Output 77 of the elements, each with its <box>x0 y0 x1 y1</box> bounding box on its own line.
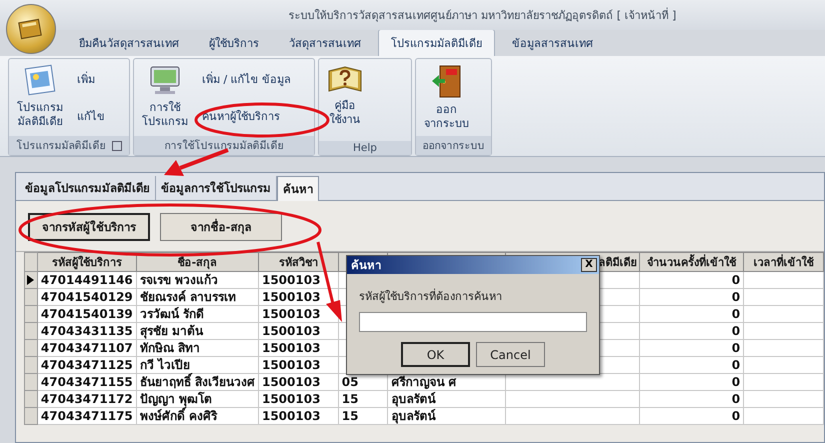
search-mode-button[interactable]: จากรหัสผู้ใช้บริการ <box>28 213 150 241</box>
table-cell: 15 <box>338 390 388 408</box>
ribbon-tab[interactable]: โปรแกรมมัลติมีเดีย <box>378 29 495 56</box>
dialog-button[interactable]: OK <box>401 342 470 367</box>
table-cell: 1500103 <box>258 408 338 424</box>
table-cell: 47041540129 <box>37 288 136 306</box>
panel-tab[interactable]: ค้นหา <box>277 176 319 201</box>
table-cell: ชัยณรงค์ ลาบรรเท <box>136 288 258 306</box>
table-cell: พงษ์ศักดิ์ คงศิริ <box>136 408 258 424</box>
group-label: การใช้โปรแกรมมัลติมีเดีย <box>164 138 284 154</box>
table-cell: 0 <box>640 272 744 288</box>
ribbon-tab[interactable]: ผู้ใช้บริการ <box>196 29 272 56</box>
table-cell: 1500103 <box>258 322 338 340</box>
ribbon-small-button[interactable]: ค้นหาผู้ใช้บริการ <box>198 104 296 127</box>
dialog-title: ค้นหา <box>351 257 381 274</box>
group-label: โปรแกรมมัลติมีเดีย <box>16 138 106 154</box>
table-cell: กวี ไวเปีย <box>136 356 258 374</box>
ribbon-button[interactable]: ออก จากระบบ <box>420 61 473 134</box>
ribbon-tab[interactable]: ข้อมูลสารสนเทศ <box>499 29 606 56</box>
table-cell: 47043471155 <box>37 374 136 390</box>
table-cell: รจเรข พวงแก้ว <box>136 272 258 288</box>
table-cell: 47041540139 <box>37 306 136 322</box>
column-header[interactable]: รหัสผู้ใช้บริการ <box>37 252 136 272</box>
row-selector[interactable] <box>24 272 38 288</box>
close-button[interactable]: X <box>581 258 597 272</box>
table-cell: 1500103 <box>258 356 338 374</box>
table-cell: 1500103 <box>258 374 338 390</box>
exit-door-icon <box>430 63 464 99</box>
field-label: รหัสผู้ใช้บริการที่ต้องการค้นหา <box>359 288 503 305</box>
table-cell: อุบลรัตน์ <box>388 408 506 424</box>
ribbon-small-button[interactable]: แก้ไข <box>73 104 109 127</box>
table-cell: 0 <box>640 374 744 390</box>
table-cell: 47043471107 <box>37 340 136 356</box>
ribbon-button[interactable]: การใช้ โปรแกรม <box>138 61 192 134</box>
window-title: ระบบให้บริการวัสดุสารสนเทศศูนย์ภาษา มหาวิทยาลัยราชภัฏอุตรดิตถ์ [ เจ้าหน้าที่ ] <box>288 6 678 24</box>
ribbon-button[interactable]: คู่มือ ใช้งาน <box>323 61 367 139</box>
table-cell: 0 <box>640 288 744 306</box>
table-cell: 0 <box>640 322 744 340</box>
group-label: Help <box>353 142 377 154</box>
table-cell: สุรชัย มาต้น <box>136 322 258 340</box>
ribbon-small-button[interactable]: เพิ่ม <box>73 68 109 90</box>
ribbon-button[interactable]: โปรแกรม มัลติมีเดีย <box>13 61 67 134</box>
table-cell: 0 <box>640 390 744 408</box>
table-cell: 47043431135 <box>37 322 136 340</box>
table-cell: ทักษิณ สิทา <box>136 340 258 356</box>
table-cell: ปัญญา พุฒโต <box>136 390 258 408</box>
table-cell: วรวัฒน์ รักดี <box>136 306 258 322</box>
table-cell: ธันยาฤทธิ์ สิงเวียนวงศ <box>136 374 258 390</box>
app-menu-button[interactable] <box>6 4 56 54</box>
column-header[interactable]: จำนวนครั้งที่เข้าใช้ <box>640 252 744 272</box>
table-cell: 1500103 <box>258 390 338 408</box>
ribbon-tab[interactable]: วัสดุสารสนเทศ <box>276 29 374 56</box>
dialog-button[interactable]: Cancel <box>476 342 545 367</box>
table-cell: 15 <box>338 408 388 424</box>
annotation-arrow <box>164 148 229 176</box>
current-row-icon <box>27 275 34 285</box>
dialog-launcher-icon[interactable] <box>112 140 122 150</box>
table-cell: 47043471125 <box>37 356 136 374</box>
search-mode-button[interactable]: จากชื่อ-สกุล <box>160 213 282 241</box>
table-cell: 47014491146 <box>37 272 136 288</box>
table-cell: 0 <box>640 356 744 374</box>
row-header <box>24 252 38 272</box>
ribbon-tab[interactable]: ยืมคืนวัสดุสารสนเทศ <box>66 29 192 56</box>
table-cell: 0 <box>640 306 744 322</box>
table-cell: อุบลรัตน์ <box>388 390 506 408</box>
table-cell: 0 <box>640 340 744 356</box>
column-header[interactable]: รหัสวิชา <box>258 252 338 272</box>
book-icon <box>18 18 44 40</box>
search-input-field[interactable] <box>359 312 587 332</box>
table-cell: 1500103 <box>258 340 338 356</box>
group-label: ออกจากระบบ <box>422 139 484 154</box>
ribbon-small-button[interactable]: เพิ่ม / แก้ไข ข้อมูล <box>198 68 296 90</box>
table-cell: 47043471172 <box>37 390 136 408</box>
table-cell: 47043471175 <box>37 408 136 424</box>
table-cell: 0 <box>640 408 744 424</box>
column-header[interactable]: เวลาที่เข้าใช้ <box>744 252 824 272</box>
table-cell: 1500103 <box>258 272 338 288</box>
